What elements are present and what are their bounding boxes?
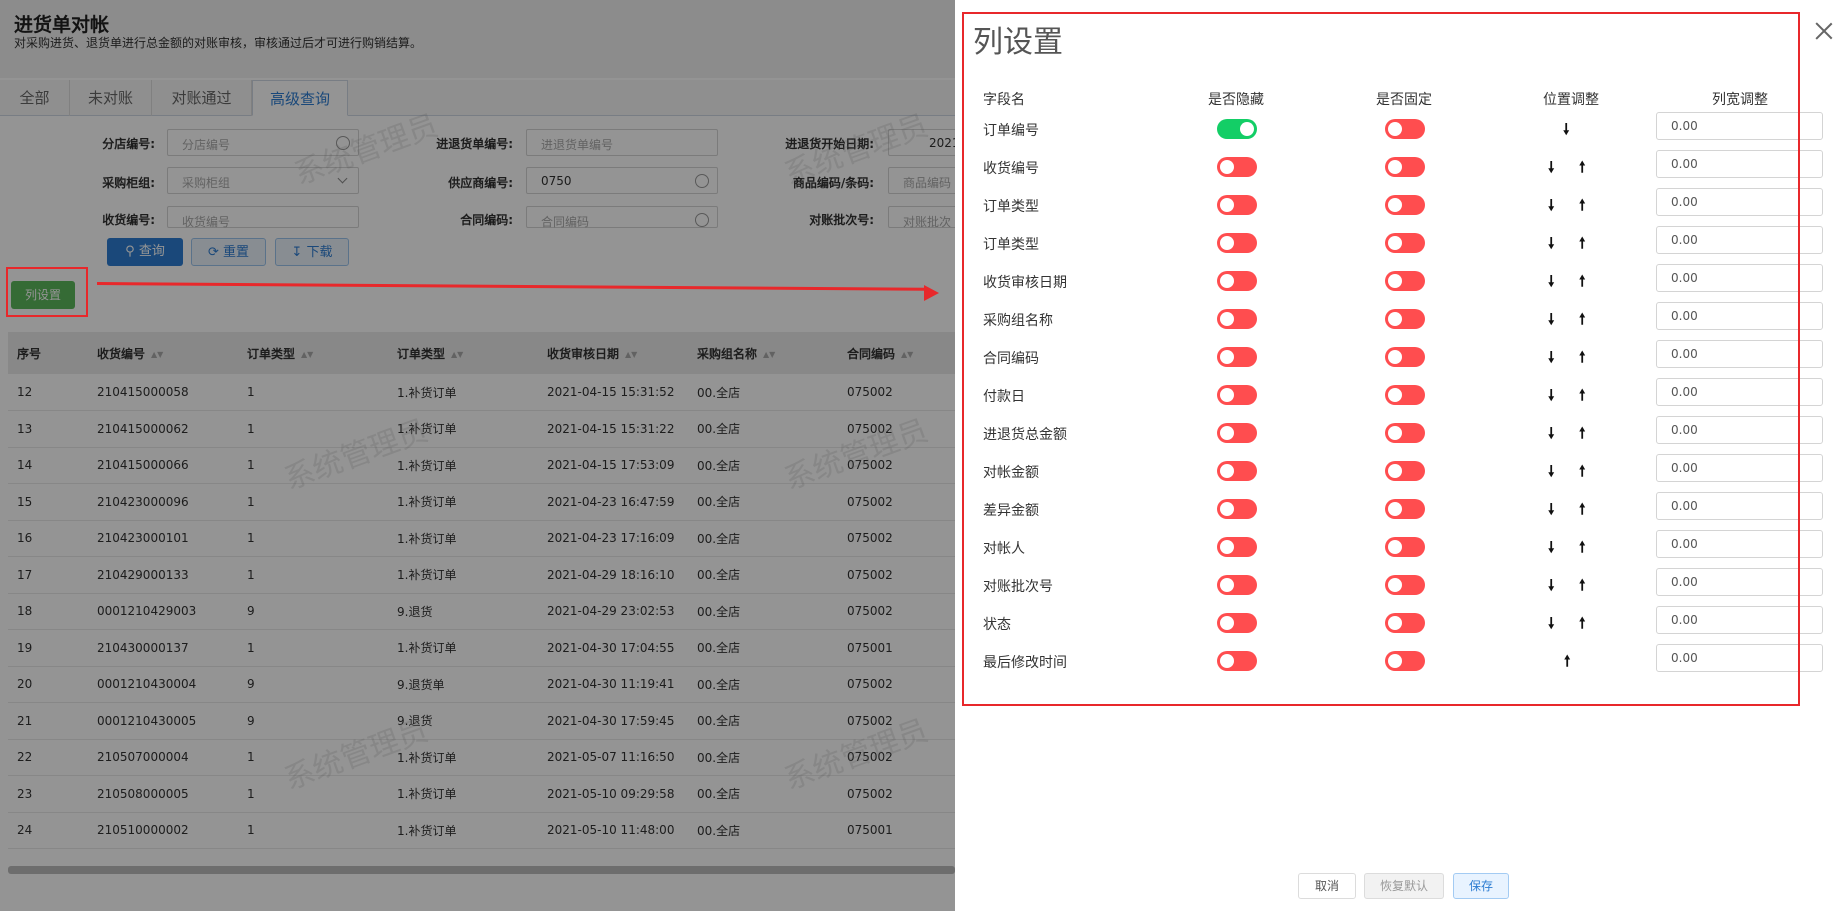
annotation-arrow-head <box>924 285 939 301</box>
save-button[interactable]: 保存 <box>1453 873 1509 899</box>
restore-default-button[interactable]: 恢复默认 <box>1364 873 1444 899</box>
annotation-box <box>6 267 88 317</box>
modal-overlay[interactable] <box>0 0 955 911</box>
cancel-button[interactable]: 取消 <box>1298 873 1356 899</box>
annotation-box <box>962 12 1800 706</box>
close-icon[interactable] <box>1815 22 1833 40</box>
